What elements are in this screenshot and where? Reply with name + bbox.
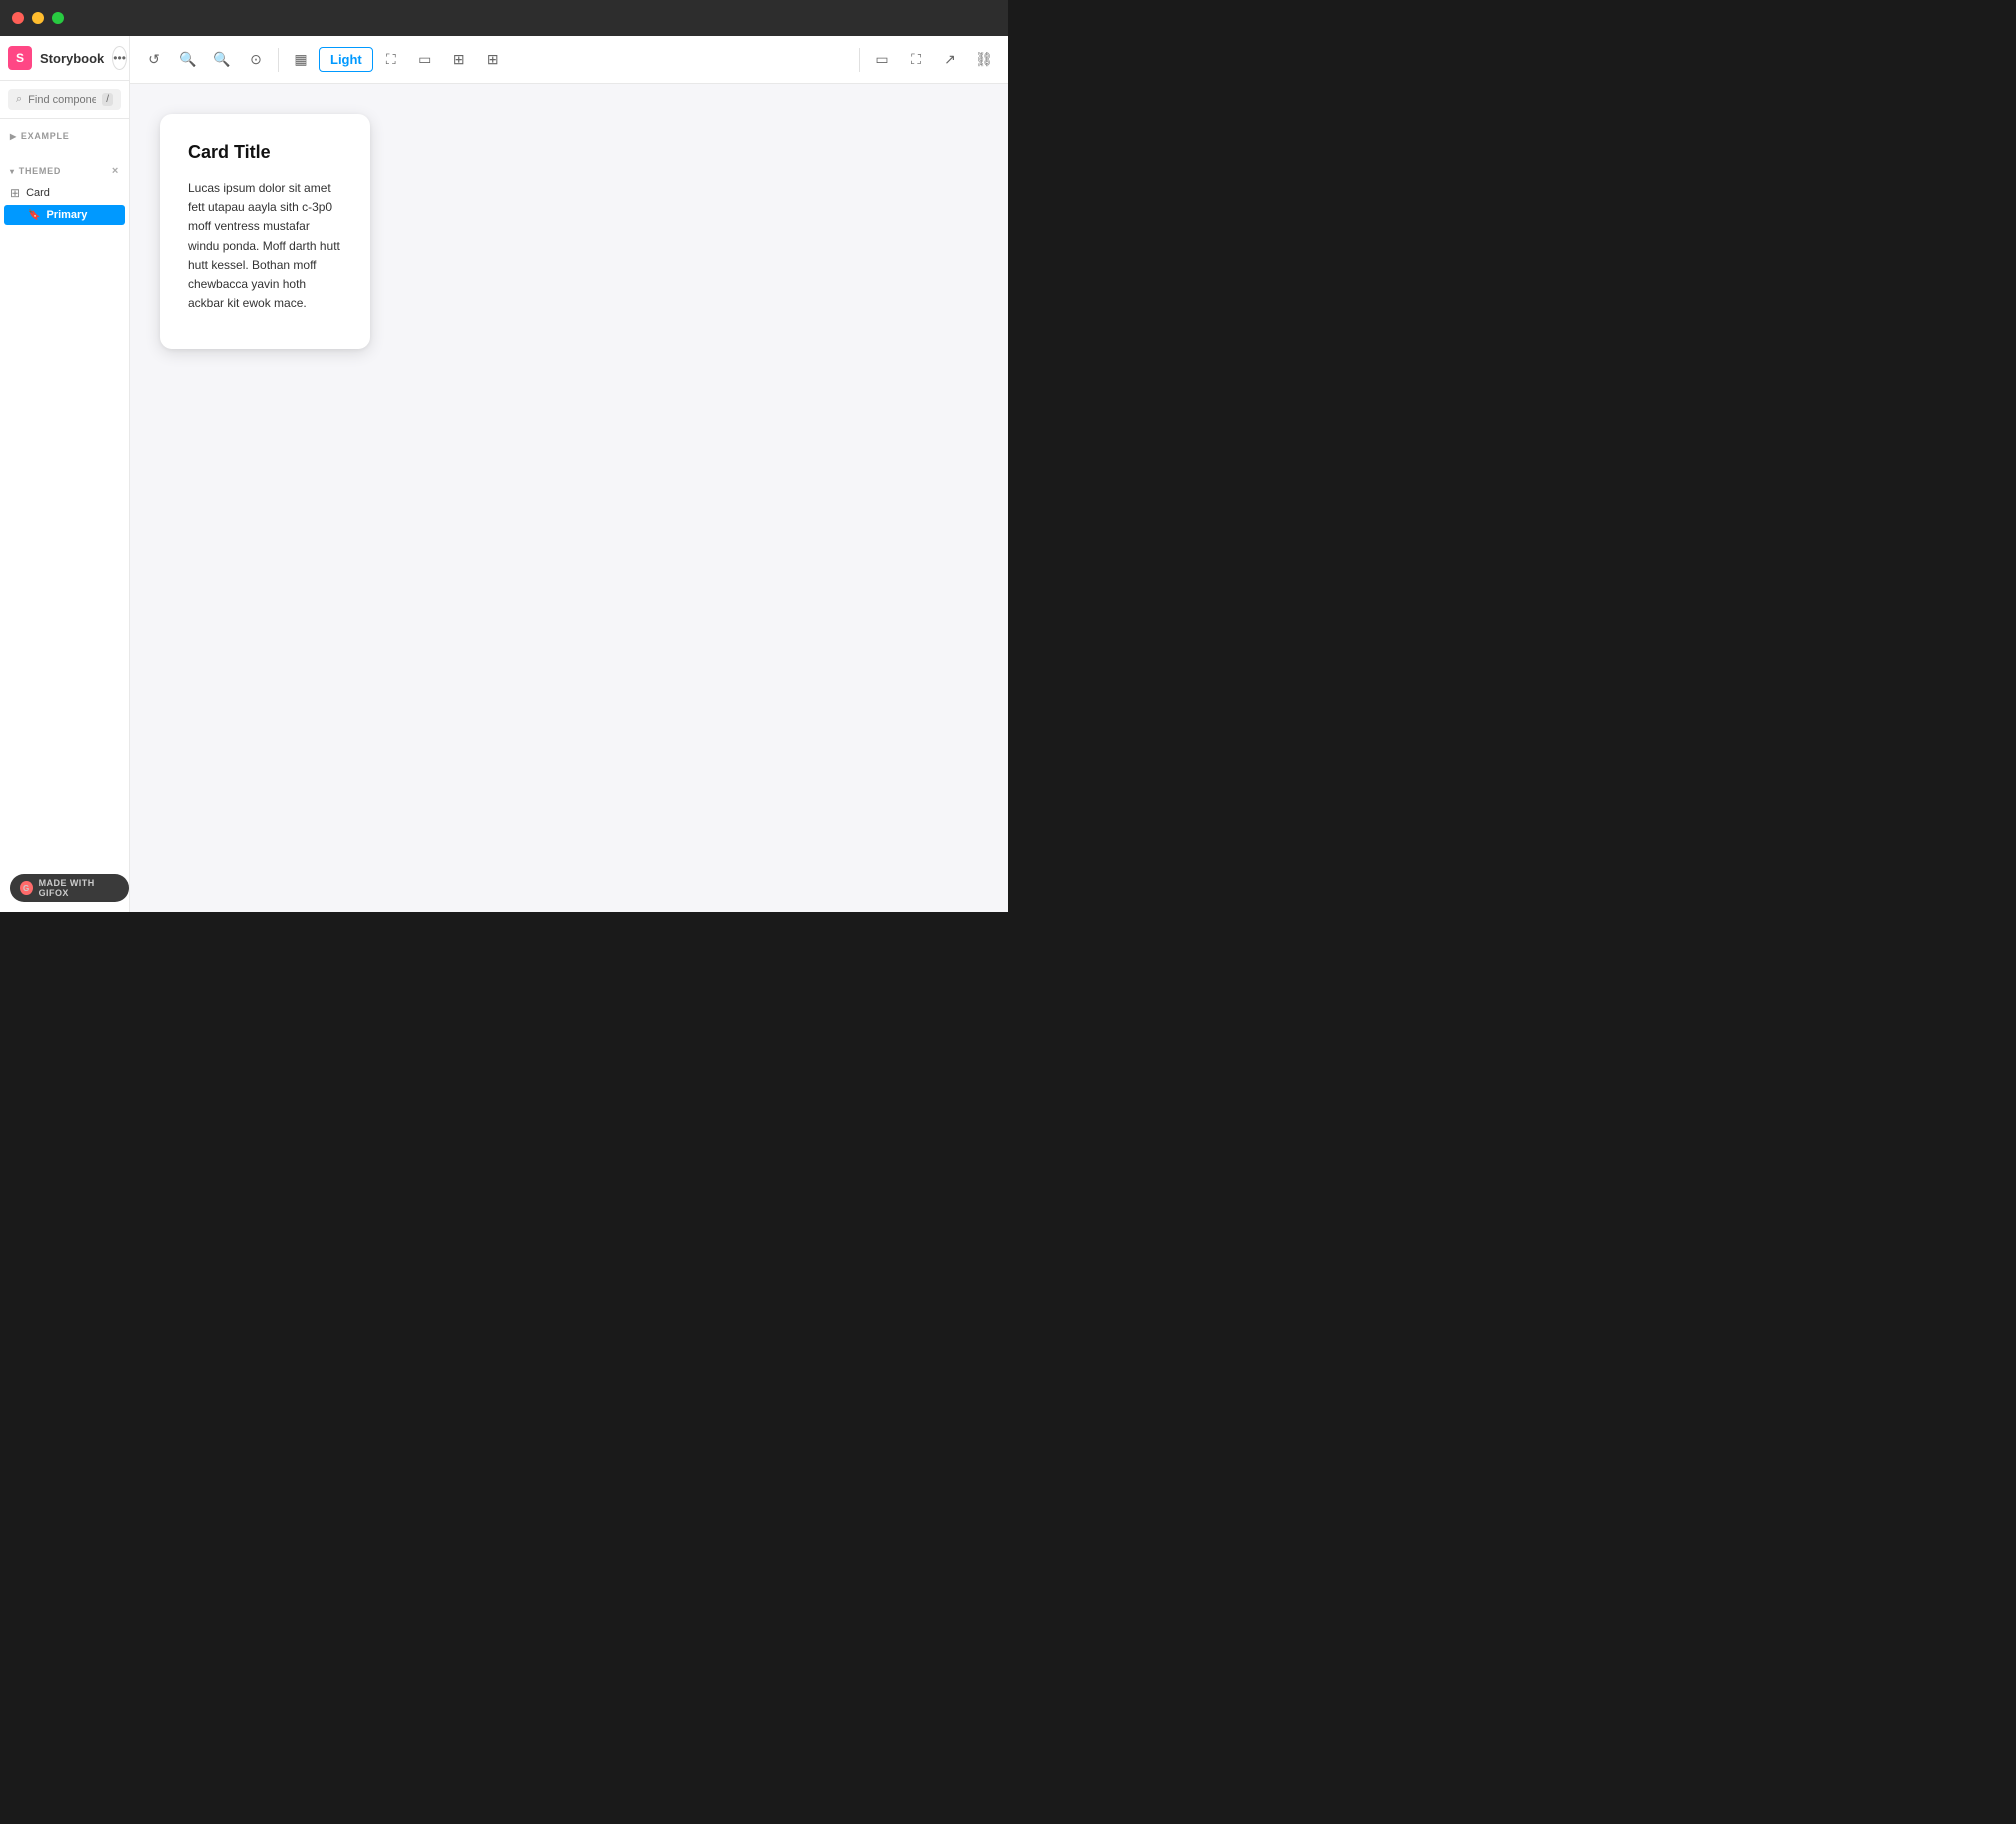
zoom-in-button[interactable]: 🔍	[172, 44, 204, 76]
light-mode-label: Light	[330, 52, 362, 67]
link-icon: ⛓	[975, 51, 993, 68]
themed-section-label: THEMED	[19, 166, 61, 176]
sidebar-header: S Storybook •••	[0, 36, 129, 81]
viewport-icon: ▭	[418, 51, 431, 68]
sidebar-footer: G MADE WITH GIFOX	[0, 896, 129, 912]
card-body: Lucas ipsum dolor sit amet fett utapau a…	[188, 179, 342, 313]
search-box: ⌕ /	[0, 81, 129, 119]
toolbar-divider-1	[278, 48, 279, 72]
search-input[interactable]	[28, 94, 96, 106]
close-button[interactable]	[12, 12, 24, 24]
link-button[interactable]: ⛓	[968, 44, 1000, 76]
card-item-label: Card	[26, 187, 50, 199]
bookmark-icon: 🔖	[28, 210, 40, 221]
example-section-header[interactable]: ▶ EXAMPLE	[0, 127, 129, 145]
viewport-button[interactable]: ▭	[409, 44, 441, 76]
themed-section-close[interactable]: ×	[112, 165, 119, 177]
zoom-reset-icon: ⊙	[250, 51, 262, 68]
themed-section-header[interactable]: ▾ THEMED ×	[0, 161, 129, 181]
expand-button[interactable]: ⛶	[900, 44, 932, 76]
new-tab-icon: ↗	[944, 51, 956, 68]
search-icon: ⌕	[16, 93, 22, 106]
example-section-label: EXAMPLE	[21, 131, 70, 141]
storybook-logo: S	[8, 46, 32, 70]
zoom-reset-button[interactable]: ⊙	[240, 44, 272, 76]
gifox-icon: G	[20, 881, 33, 895]
zoom-out-button[interactable]: 🔍	[206, 44, 238, 76]
preview-area: Card Title Lucas ipsum dolor sit amet fe…	[130, 84, 1008, 379]
keyboard-shortcut-badge: /	[102, 93, 113, 106]
zoom-out-icon: 🔍	[213, 51, 230, 68]
sidebar-item-card[interactable]: ⊞ Card	[0, 181, 129, 205]
grid-icon: ⊞	[487, 51, 499, 68]
more-options-button[interactable]: •••	[112, 46, 127, 70]
expand-icon: ⛶	[911, 51, 921, 68]
nav-section-example: ▶ EXAMPLE	[0, 119, 129, 153]
toolbar: ↺ 🔍 🔍 ⊙ ▦ Light ⛶	[130, 36, 1008, 84]
panel-button[interactable]: ▭	[866, 44, 898, 76]
sidebar-item-primary[interactable]: 🔖 Primary	[4, 205, 125, 225]
grid-button[interactable]: ⊞	[477, 44, 509, 76]
app-title: Storybook	[40, 51, 104, 66]
fullscreen-icon: ⛶	[386, 51, 396, 68]
background2-icon: ⊞	[453, 51, 465, 68]
background2-button[interactable]: ⊞	[443, 44, 475, 76]
card-title: Card Title	[188, 142, 342, 163]
card-component: Card Title Lucas ipsum dolor sit amet fe…	[160, 114, 370, 349]
maximize-button[interactable]	[52, 12, 64, 24]
minimize-button[interactable]	[32, 12, 44, 24]
main-layout: S Storybook ••• ⌕ / ▶ EXAMPLE	[0, 36, 1008, 912]
zoom-in-icon: 🔍	[179, 51, 196, 68]
card-component-icon: ⊞	[10, 186, 20, 200]
new-tab-button[interactable]: ↗	[934, 44, 966, 76]
app-container: S Storybook ••• ⌕ / ▶ EXAMPLE	[0, 36, 1008, 912]
light-mode-button[interactable]: Light	[319, 47, 373, 72]
background-button[interactable]: ▦	[285, 44, 317, 76]
sidebar: S Storybook ••• ⌕ / ▶ EXAMPLE	[0, 36, 130, 912]
gifox-badge: G MADE WITH GIFOX	[10, 874, 129, 902]
titlebar	[0, 0, 1008, 36]
themed-section-arrow: ▾	[10, 167, 15, 176]
example-section-arrow: ▶	[10, 132, 17, 141]
reset-icon: ↺	[148, 51, 160, 68]
toolbar-divider-2	[859, 48, 860, 72]
primary-item-label: Primary	[46, 209, 87, 221]
gifox-label: MADE WITH GIFOX	[39, 878, 119, 898]
reset-button[interactable]: ↺	[138, 44, 170, 76]
background-icon: ▦	[294, 51, 307, 68]
panel-icon: ▭	[875, 51, 888, 68]
fullscreen-button[interactable]: ⛶	[375, 44, 407, 76]
content-area: ↺ 🔍 🔍 ⊙ ▦ Light ⛶	[130, 36, 1008, 912]
search-input-wrap[interactable]: ⌕ /	[8, 89, 121, 110]
nav-section-themed: ▾ THEMED × ⊞ Card 🔖 Primary	[0, 153, 129, 233]
